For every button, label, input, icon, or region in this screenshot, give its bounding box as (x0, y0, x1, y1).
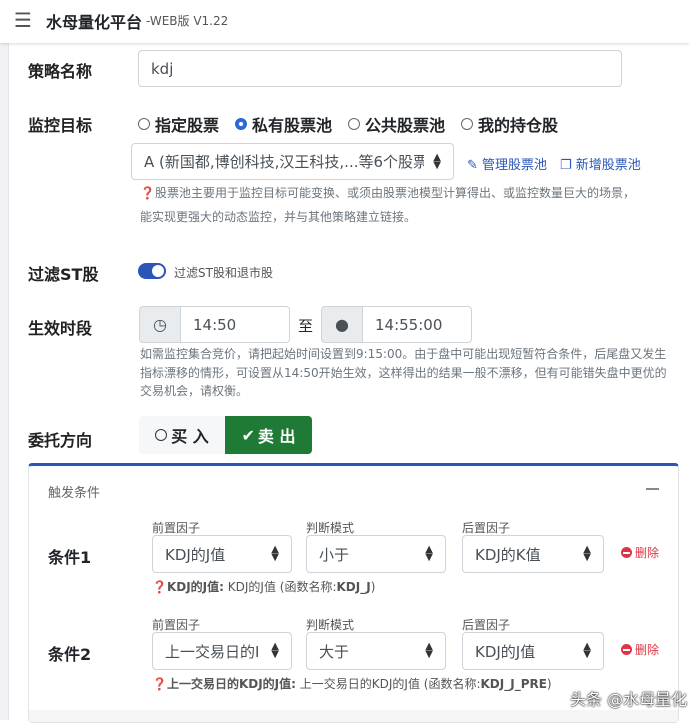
condition-label: 条件2 (48, 645, 92, 664)
radio-my-holdings[interactable]: 我的持仓股 (461, 112, 558, 136)
select-arrow-icon: ▲ ▼ (425, 544, 433, 563)
select-arrow-icon: ▲ ▼ (583, 544, 591, 563)
hamburger-menu-icon[interactable]: ☰ (14, 8, 32, 32)
condition-back-select[interactable]: KDJ的K值 ▲ ▼ (462, 535, 604, 573)
column-label: 前置因子 (152, 618, 201, 632)
clock-solid-icon: ● (321, 306, 363, 343)
question-icon: ❓ (140, 186, 155, 200)
strategy-name-input[interactable]: kdj (138, 50, 622, 87)
minus-circle-icon (621, 547, 632, 558)
filter-st-text: 过滤ST股和退市股 (174, 266, 273, 280)
filter-st-label: 过滤ST股 (28, 265, 99, 284)
condition-mode-select[interactable]: 大于 ▲ ▼ (306, 632, 446, 670)
monitor-target-radios: 指定股票 私有股票池 公共股票池 我的持仓股 (138, 112, 574, 136)
watermark: 头条 @水母量化 (570, 690, 688, 709)
monitor-target-label: 监控目标 (28, 116, 93, 135)
condition-back-select[interactable]: KDJ的J值 ▲ ▼ (462, 632, 604, 670)
select-arrow-icon: ▲ ▼ (271, 544, 279, 563)
question-icon: ❓ (152, 580, 167, 594)
minus-circle-icon (621, 644, 632, 655)
column-label: 判断模式 (306, 521, 355, 535)
condition-front-select[interactable]: KDJ的J值 ▲ ▼ (152, 535, 292, 573)
clock-outline-icon: ◷ (139, 306, 181, 343)
time-separator: 至 (298, 317, 314, 335)
condition-front-select[interactable]: 上一交易日的I ▲ ▼ (152, 632, 292, 670)
sidebar-edge (0, 43, 9, 720)
condition-help: ❓KDJ的J值: KDJ的J值 (函数名称:KDJ_J) (152, 580, 376, 594)
question-icon: ❓ (152, 677, 167, 691)
pool-help-text: ❓股票池主要用于监控目标可能变换、或须由股票池模型计算得出、或监控数量巨大的场景… (140, 186, 635, 224)
direction-label: 委托方向 (28, 431, 93, 450)
column-label: 后置因子 (462, 521, 511, 535)
trigger-title: 触发条件 (48, 486, 101, 501)
effective-time-label: 生效时段 (28, 319, 93, 338)
select-arrow-icon: ▲ ▼ (433, 151, 441, 171)
condition-help: ❓上一交易日的KDJ的J值: 上一交易日的KDJ的J值 (函数名称:KDJ_J_… (152, 677, 552, 691)
strategy-name-label: 策略名称 (28, 62, 93, 81)
column-label: 前置因子 (152, 521, 201, 535)
buy-button[interactable]: 买 入 (139, 416, 225, 454)
check-circle-icon: ✔ (241, 425, 255, 445)
collapse-minus-icon[interactable] (646, 488, 659, 490)
delete-condition-button[interactable]: 删除 (621, 641, 659, 658)
select-arrow-icon: ▲ ▼ (425, 641, 433, 660)
start-time-input[interactable]: 14:50 (180, 306, 290, 343)
stock-pool-value: A (新国都,博创科技,汉王科技,...等6个股票 (144, 153, 424, 171)
column-label: 后置因子 (462, 618, 511, 632)
copy-icon: ❐ (560, 158, 572, 173)
edit-icon: ✎ (467, 158, 478, 173)
top-header: ☰ 水母量化平台 -WEB版 V1.22 (0, 0, 690, 43)
strategy-name-value: kdj (151, 59, 174, 78)
select-arrow-icon: ▲ ▼ (583, 641, 591, 660)
manage-pool-link[interactable]: ✎ 管理股票池 (467, 154, 547, 173)
app-title: 水母量化平台 (46, 13, 143, 32)
filter-st-toggle[interactable] (138, 263, 166, 279)
column-label: 判断模式 (306, 618, 355, 632)
sell-button[interactable]: ✔ 卖 出 (225, 416, 312, 454)
radio-private-pool[interactable]: 私有股票池 (235, 112, 332, 136)
radio-specified-stock[interactable]: 指定股票 (138, 112, 219, 136)
new-pool-link[interactable]: ❐ 新增股票池 (560, 154, 641, 173)
end-time-input[interactable]: 14:55:00 (362, 306, 472, 343)
time-help-text: 如需监控集合竞价，请把起始时间设置到9:15:00。由于盘中可能出现短暂符合条件… (140, 347, 667, 398)
delete-condition-button[interactable]: 删除 (621, 544, 659, 561)
condition-label: 条件1 (48, 548, 92, 567)
radio-public-pool[interactable]: 公共股票池 (348, 112, 445, 136)
stock-pool-select[interactable]: A (新国都,博创科技,汉王科技,...等6个股票 ▲ ▼ (131, 143, 454, 180)
condition-mode-select[interactable]: 小于 ▲ ▼ (306, 535, 446, 573)
app-version: -WEB版 V1.22 (146, 14, 229, 28)
select-arrow-icon: ▲ ▼ (271, 641, 279, 660)
